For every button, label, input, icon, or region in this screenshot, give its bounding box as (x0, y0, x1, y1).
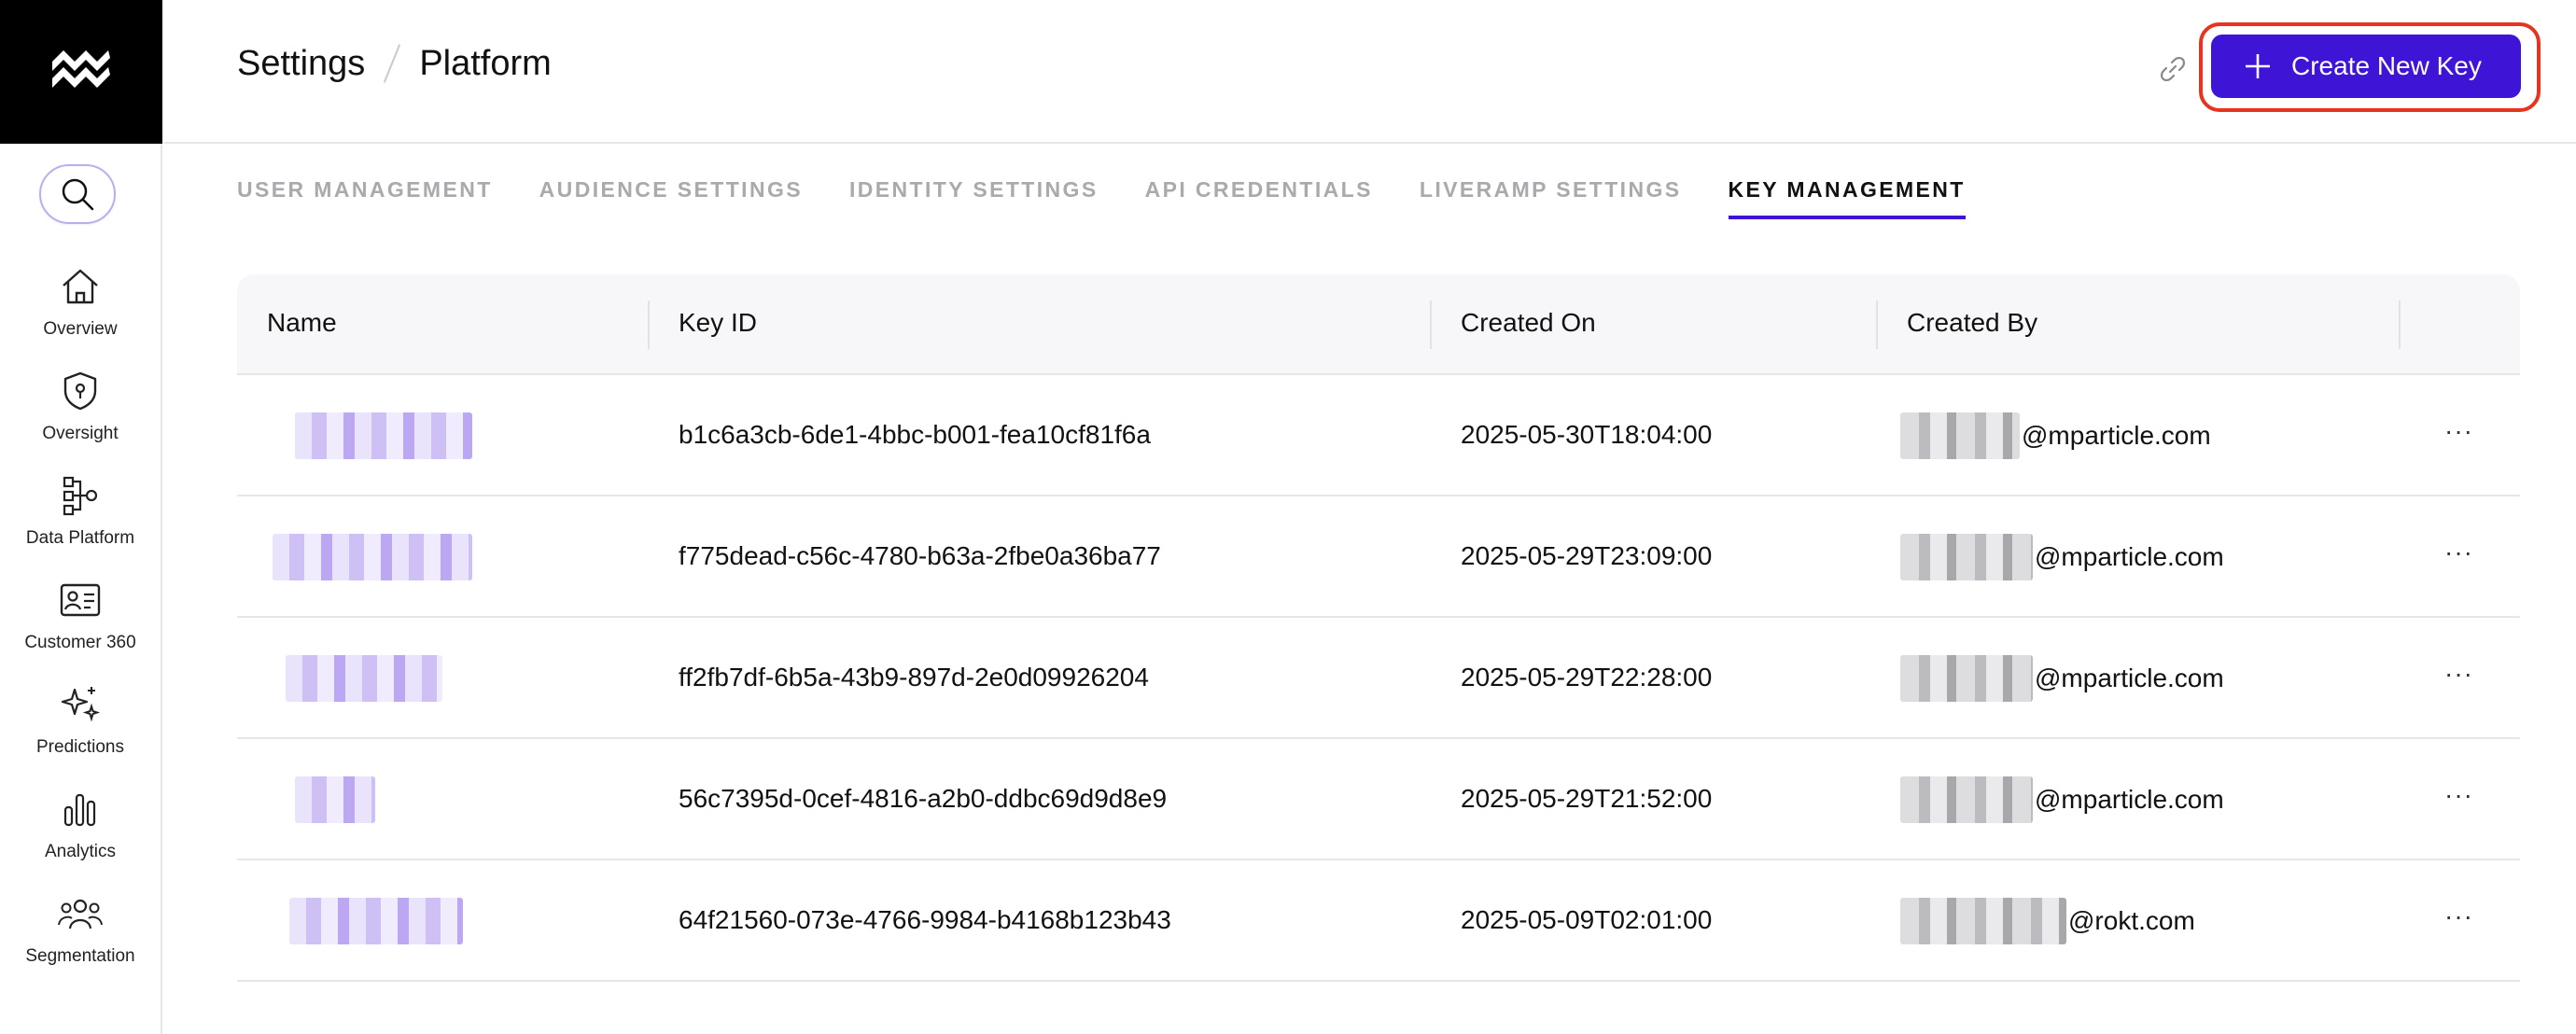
redacted-key-name (295, 412, 472, 459)
redacted-email-user (1900, 898, 2066, 944)
column-header-created-by[interactable]: Created By (1907, 308, 2037, 338)
created-by-cell: @rokt.com (1900, 898, 2195, 944)
redacted-key-name (295, 776, 375, 823)
created-by-domain: @rokt.com (2068, 906, 2195, 935)
column-divider (2399, 300, 2401, 349)
created-by-domain: @mparticle.com (2022, 421, 2211, 450)
column-header-created-on[interactable]: Created On (1461, 308, 1596, 338)
keys-table: Name Key ID Created On Created By b1c6a3… (237, 274, 2520, 982)
nav-label: Data Platform (25, 528, 135, 548)
search-icon (62, 178, 94, 211)
nav-label: Overview (43, 319, 118, 339)
redacted-key-name (289, 898, 463, 944)
redacted-email-user (1900, 534, 2033, 580)
create-new-key-label: Create New Key (2291, 51, 2482, 80)
nav-item-segmentation[interactable]: Segmentation (0, 890, 161, 984)
table-header: Name Key ID Created On Created By (237, 274, 2520, 375)
row-actions-more-icon[interactable]: ··· (2444, 659, 2473, 689)
tab-key-management[interactable]: KEY MANAGEMENT (1728, 177, 1966, 219)
nav-item-overview[interactable]: Overview (0, 263, 161, 356)
tab-user-management[interactable]: USER MANAGEMENT (237, 177, 493, 219)
column-divider (648, 300, 650, 349)
shield-icon (62, 368, 99, 414)
key-id-cell: 56c7395d-0cef-4816-a2b0-ddbc69d9d8e9 (679, 784, 1168, 813)
redacted-email-user (1900, 655, 2033, 702)
search-button[interactable] (39, 164, 116, 224)
key-id-cell: 64f21560-073e-4766-9984-b4168b123b43 (679, 905, 1171, 934)
created-on-cell: 2025-05-29T21:52:00 (1461, 784, 1713, 813)
plus-icon (2243, 51, 2273, 81)
bar-chart-icon (62, 786, 99, 832)
nav-label: Oversight (42, 424, 119, 443)
nav-item-data-platform[interactable]: Data Platform (0, 472, 161, 566)
column-divider (1876, 300, 1878, 349)
copy-link-button[interactable] (2152, 49, 2193, 90)
breadcrumb-current: Platform (419, 43, 552, 83)
column-header-key-id[interactable]: Key ID (679, 308, 757, 338)
created-by-cell: @mparticle.com (1900, 412, 2211, 459)
breadcrumb: Settings Platform (237, 43, 552, 84)
breadcrumb-root[interactable]: Settings (237, 44, 365, 84)
breadcrumb-separator (384, 44, 401, 83)
people-icon (57, 890, 104, 937)
tab-api-credentials[interactable]: API CREDENTIALS (1145, 177, 1373, 219)
tab-identity-settings[interactable]: IDENTITY SETTINGS (849, 177, 1099, 219)
sidebar: Overview Oversight Data Platform Custome… (0, 0, 162, 1034)
created-by-cell: @mparticle.com (1900, 534, 2224, 580)
created-by-domain: @mparticle.com (2035, 785, 2224, 814)
table-row[interactable]: f775dead-c56c-4780-b63a-2fbe0a36ba77 202… (237, 496, 2520, 618)
created-by-domain: @mparticle.com (2035, 542, 2224, 571)
column-header-name[interactable]: Name (267, 308, 337, 338)
created-on-cell: 2025-05-30T18:04:00 (1461, 420, 1713, 449)
table-row[interactable]: b1c6a3cb-6de1-4bbc-b001-fea10cf81f6a 202… (237, 375, 2520, 496)
logo[interactable] (0, 0, 162, 144)
header: Settings Platform Create New Key (164, 0, 2576, 144)
created-by-cell: @mparticle.com (1900, 776, 2224, 823)
nav-item-oversight[interactable]: Oversight (0, 368, 161, 461)
created-on-cell: 2025-05-29T22:28:00 (1461, 663, 1713, 692)
column-divider (1430, 300, 1432, 349)
row-actions-more-icon[interactable]: ··· (2444, 901, 2473, 931)
row-actions-more-icon[interactable]: ··· (2444, 538, 2473, 567)
key-id-cell: b1c6a3cb-6de1-4bbc-b001-fea10cf81f6a (679, 420, 1151, 449)
create-new-key-button[interactable]: Create New Key (2211, 35, 2521, 98)
nav-item-customer-360[interactable]: Customer 360 (0, 577, 161, 670)
tab-liveramp-settings[interactable]: LIVERAMP SETTINGS (1420, 177, 1682, 219)
tab-audience-settings[interactable]: AUDIENCE SETTINGS (539, 177, 803, 219)
id-card-icon (60, 577, 101, 623)
nav-label: Segmentation (25, 946, 135, 966)
data-flow-icon (62, 472, 99, 519)
table-row[interactable]: 64f21560-073e-4766-9984-b4168b123b43 202… (237, 860, 2520, 982)
nav-item-predictions[interactable]: Predictions (0, 681, 161, 775)
created-by-cell: @mparticle.com (1900, 655, 2224, 702)
created-by-domain: @mparticle.com (2035, 664, 2224, 692)
created-on-cell: 2025-05-29T23:09:00 (1461, 541, 1713, 570)
sparkle-icon (60, 681, 101, 728)
key-id-cell: f775dead-c56c-4780-b63a-2fbe0a36ba77 (679, 541, 1161, 570)
mparticle-logo-icon (52, 50, 110, 88)
link-icon (2160, 56, 2186, 82)
table-row[interactable]: ff2fb7df-6b5a-43b9-897d-2e0d09926204 202… (237, 618, 2520, 739)
nav-label: Predictions (36, 737, 124, 757)
row-actions-more-icon[interactable]: ··· (2444, 780, 2473, 810)
row-actions-more-icon[interactable]: ··· (2444, 416, 2473, 446)
redacted-key-name (286, 655, 442, 702)
settings-tabs: USER MANAGEMENT AUDIENCE SETTINGS IDENTI… (237, 177, 2012, 219)
home-icon (60, 263, 101, 310)
nav-label: Customer 360 (24, 633, 136, 652)
table-row[interactable]: 56c7395d-0cef-4816-a2b0-ddbc69d9d8e9 202… (237, 739, 2520, 860)
redacted-email-user (1900, 776, 2033, 823)
key-id-cell: ff2fb7df-6b5a-43b9-897d-2e0d09926204 (679, 663, 1149, 692)
redacted-key-name (273, 534, 472, 580)
nav-item-analytics[interactable]: Analytics (0, 786, 161, 879)
redacted-email-user (1900, 412, 2020, 459)
created-on-cell: 2025-05-09T02:01:00 (1461, 905, 1713, 934)
nav-label: Analytics (44, 842, 117, 861)
